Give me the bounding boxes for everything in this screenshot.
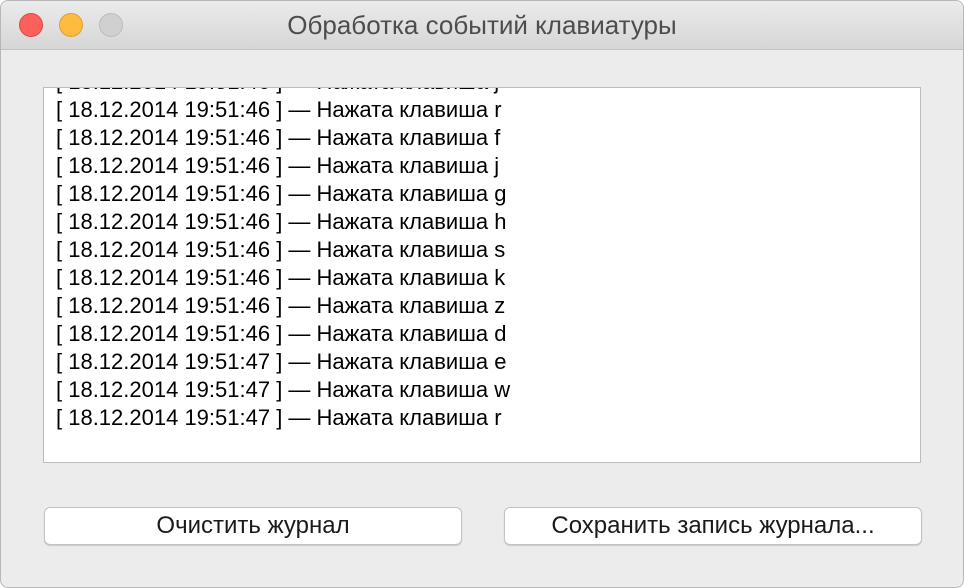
log-line: [ 18.12.2014 19:51:46 ] — Нажата клавиша… [56, 293, 506, 318]
log-line: [ 18.12.2014 19:51:47 ] — Нажата клавиша… [56, 349, 507, 374]
event-log-textarea[interactable]: [ 18.12.2014 19:51:46 ] — Нажата клавиша… [43, 87, 921, 463]
window-title: Обработка событий клавиатуры [287, 10, 677, 40]
log-line: [ 18.12.2014 19:51:46 ] — Нажата клавиша… [56, 237, 506, 262]
log-line: [ 18.12.2014 19:51:46 ] — Нажата клавиша… [56, 88, 916, 96]
log-line: [ 18.12.2014 19:51:46 ] — Нажата клавиша… [56, 153, 500, 178]
log-line: [ 18.12.2014 19:51:46 ] — Нажата клавиша… [56, 265, 506, 290]
clear-log-button[interactable]: Очистить журнал [44, 507, 462, 545]
save-log-button[interactable]: Сохранить запись журнала... [504, 507, 922, 545]
event-log-lines: [ 18.12.2014 19:51:46 ] — Нажата клавиша… [56, 88, 916, 432]
log-line: [ 18.12.2014 19:51:46 ] — Нажата клавиша… [56, 125, 501, 150]
log-line: [ 18.12.2014 19:51:46 ] — Нажата клавиша… [56, 181, 507, 206]
title-bar: Обработка событий клавиатуры [1, 1, 963, 50]
log-line: [ 18.12.2014 19:51:46 ] — Нажата клавиша… [56, 209, 507, 234]
log-line: [ 18.12.2014 19:51:47 ] — Нажата клавиша… [56, 377, 511, 402]
log-line: [ 18.12.2014 19:51:47 ] — Нажата клавиша… [56, 405, 502, 430]
app-window: Обработка событий клавиатуры [ 18.12.201… [0, 0, 964, 588]
log-line: [ 18.12.2014 19:51:46 ] — Нажата клавиша… [56, 321, 507, 346]
log-line: [ 18.12.2014 19:51:46 ] — Нажата клавиша… [56, 97, 502, 122]
